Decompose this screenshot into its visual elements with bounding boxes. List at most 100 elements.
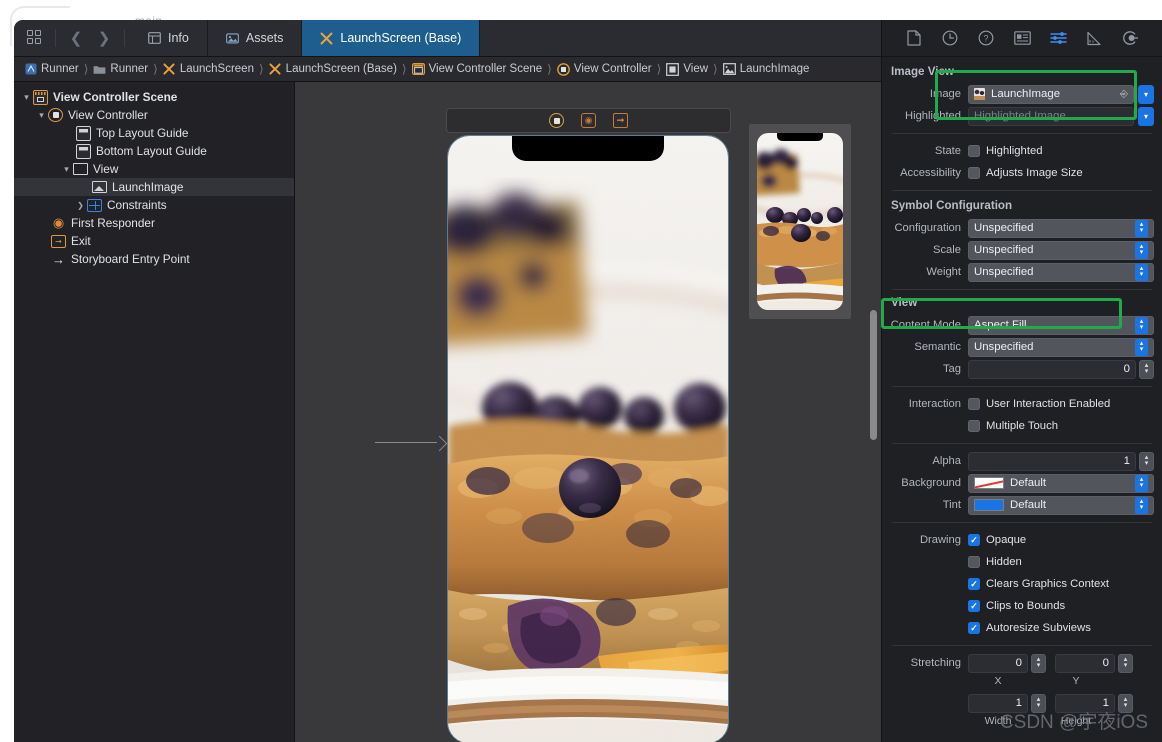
stretching-y-stepper[interactable]: ▴ ▾ bbox=[1118, 653, 1133, 673]
stepper-icon[interactable]: ▴ ▾ bbox=[1135, 219, 1148, 237]
checkbox-opaque[interactable] bbox=[968, 534, 980, 546]
outline-item-view-controller-scene[interactable]: View Controller Scene bbox=[14, 88, 294, 106]
image-popup-button[interactable]: ▾ bbox=[1138, 84, 1154, 104]
row-stretching-xy-captions: X Y bbox=[882, 674, 1162, 688]
checkbox-autoresize-subviews[interactable] bbox=[968, 622, 980, 634]
assets-icon bbox=[225, 32, 239, 45]
breadcrumb-item-runner-app[interactable]: Runner bbox=[24, 63, 79, 76]
checkbox-clears-graphics-context[interactable] bbox=[968, 578, 980, 590]
view-controller-dock-icon[interactable] bbox=[549, 113, 564, 128]
outline-item-launchimage[interactable]: LaunchImage bbox=[14, 178, 294, 196]
breadcrumb-item-launchimage[interactable]: LaunchImage bbox=[722, 63, 809, 76]
alpha-input[interactable]: 1 bbox=[968, 451, 1136, 471]
outline-item-top-layout-guide[interactable]: Top Layout Guide bbox=[14, 124, 294, 142]
breadcrumb-item-view-controller-scene[interactable]: View Controller Scene bbox=[411, 63, 542, 76]
background-color-swatch[interactable] bbox=[974, 477, 1004, 489]
sliders-icon[interactable] bbox=[1048, 29, 1068, 47]
exit-dock-icon[interactable]: ➞ bbox=[613, 113, 628, 128]
checkbox-adjusts-image-size[interactable] bbox=[968, 167, 980, 179]
stepper-icon[interactable]: ▴ ▾ bbox=[1135, 241, 1148, 259]
tag-stepper[interactable]: ▴ ▾ bbox=[1139, 359, 1154, 379]
configuration-select[interactable]: Unspecified ▴ ▾ bbox=[968, 218, 1154, 238]
tab-launchscreen-base[interactable]: LaunchScreen (Base) bbox=[302, 20, 481, 56]
breadcrumb-item-launchscreen[interactable]: LaunchScreen bbox=[163, 63, 254, 76]
breadcrumb-item-view[interactable]: View bbox=[666, 62, 708, 76]
chevron-right-icon[interactable]: ❯ bbox=[91, 25, 117, 51]
drawing-clips-to-bounds-row[interactable]: Clips to Bounds bbox=[968, 597, 1065, 615]
chevron-right-icon[interactable] bbox=[74, 200, 87, 210]
stretching-x-stepper[interactable]: ▴ ▾ bbox=[1031, 653, 1046, 673]
tab-assets[interactable]: Assets bbox=[208, 20, 303, 56]
inspector-tab-bar: ? bbox=[882, 20, 1162, 57]
breadcrumb-item-launchscreen-base[interactable]: LaunchScreen (Base) bbox=[269, 63, 397, 76]
tag-input[interactable]: 0 bbox=[968, 359, 1136, 379]
clear-icon[interactable]: ⎆ bbox=[1120, 89, 1128, 100]
breadcrumb-item-runner-folder[interactable]: Runner bbox=[93, 63, 148, 76]
drawing-opaque-row[interactable]: Opaque bbox=[968, 531, 1026, 549]
device-preview-panel[interactable] bbox=[749, 124, 851, 319]
background-color-select[interactable]: Default ▴ ▾ bbox=[968, 473, 1154, 493]
multiple-touch-row[interactable]: Multiple Touch bbox=[968, 417, 1058, 435]
breadcrumb-item-view-controller[interactable]: View Controller bbox=[556, 62, 652, 76]
row-scale: Scale Unspecified ▴ ▾ bbox=[882, 239, 1162, 261]
outline-item-first-responder[interactable]: ◉ First Responder bbox=[14, 214, 294, 232]
grid-icon[interactable] bbox=[22, 25, 48, 51]
outline-item-exit[interactable]: ➞ Exit bbox=[14, 232, 294, 250]
stepper-icon[interactable]: ▴ ▾ bbox=[1135, 474, 1148, 492]
tint-color-swatch[interactable] bbox=[974, 499, 1004, 511]
canvas-vertical-scrollbar[interactable] bbox=[870, 310, 877, 440]
highlighted-image-field[interactable]: Highlighted Image bbox=[968, 106, 1134, 126]
label-scale: Scale bbox=[933, 244, 961, 256]
stepper-icon[interactable]: ▴ ▾ bbox=[1135, 496, 1148, 514]
outline-item-bottom-layout-guide[interactable]: Bottom Layout Guide bbox=[14, 142, 294, 160]
checkbox-hidden[interactable] bbox=[968, 556, 980, 568]
image-view-icon bbox=[722, 63, 736, 76]
checkbox-highlighted[interactable] bbox=[968, 145, 980, 157]
chevron-down-icon[interactable] bbox=[60, 164, 73, 175]
stretching-y-input[interactable]: 0 bbox=[1055, 653, 1115, 673]
first-responder-dock-icon[interactable]: ◉ bbox=[581, 113, 596, 128]
drawing-clears-graphics-row[interactable]: Clears Graphics Context bbox=[968, 575, 1109, 593]
drawing-hidden-row[interactable]: Hidden bbox=[968, 553, 1022, 571]
state-highlighted-checkbox-row[interactable]: Highlighted bbox=[968, 142, 1043, 160]
content-mode-select[interactable]: Aspect Fill ▴ ▾ bbox=[968, 315, 1154, 335]
highlighted-popup-button[interactable]: ▾ bbox=[1138, 106, 1154, 126]
accessibility-adjusts-checkbox-row[interactable]: Adjusts Image Size bbox=[968, 164, 1083, 182]
tab-info[interactable]: Info bbox=[130, 20, 208, 56]
scene-dock[interactable]: ◉ ➞ bbox=[446, 108, 731, 133]
chevron-down-icon[interactable] bbox=[35, 110, 48, 121]
storyboard-canvas[interactable]: ◉ ➞ bbox=[295, 82, 881, 742]
preview-notch bbox=[777, 133, 823, 141]
user-interaction-enabled-row[interactable]: User Interaction Enabled bbox=[968, 395, 1110, 413]
semantic-select[interactable]: Unspecified ▴ ▾ bbox=[968, 337, 1154, 357]
document-outline[interactable]: View Controller Scene View Controller To… bbox=[14, 82, 295, 742]
drawing-autoresize-row[interactable]: Autoresize Subviews bbox=[968, 619, 1091, 637]
alpha-stepper[interactable]: ▴ ▾ bbox=[1139, 451, 1154, 471]
outline-item-storyboard-entry-point[interactable]: → Storyboard Entry Point bbox=[14, 250, 294, 268]
outline-item-view[interactable]: View bbox=[14, 160, 294, 178]
connections-icon[interactable] bbox=[1120, 29, 1140, 47]
device-canvas[interactable] bbox=[447, 135, 729, 742]
row-semantic: Semantic Unspecified ▴ ▾ bbox=[882, 336, 1162, 358]
weight-select[interactable]: Unspecified ▴ ▾ bbox=[968, 262, 1154, 282]
clock-icon[interactable] bbox=[940, 29, 960, 47]
checkbox-multiple-touch[interactable] bbox=[968, 420, 980, 432]
tint-color-select[interactable]: Default ▴ ▾ bbox=[968, 495, 1154, 515]
question-circle-icon[interactable]: ? bbox=[976, 29, 996, 47]
identity-card-icon[interactable] bbox=[1012, 29, 1032, 47]
device-preview-thumbnail[interactable] bbox=[757, 133, 843, 310]
chevron-down-icon[interactable] bbox=[20, 92, 33, 103]
stepper-icon[interactable]: ▴ ▾ bbox=[1135, 316, 1148, 334]
checkbox-clips-to-bounds[interactable] bbox=[968, 600, 980, 612]
stretching-x-input[interactable]: 0 bbox=[968, 653, 1028, 673]
scale-select[interactable]: Unspecified ▴ ▾ bbox=[968, 240, 1154, 260]
chevron-left-icon[interactable]: ❮ bbox=[63, 25, 89, 51]
outline-item-view-controller[interactable]: View Controller bbox=[14, 106, 294, 124]
stepper-icon[interactable]: ▴ ▾ bbox=[1135, 263, 1148, 281]
stepper-icon[interactable]: ▴ ▾ bbox=[1135, 338, 1148, 356]
file-icon[interactable] bbox=[904, 29, 924, 47]
image-field[interactable]: LaunchImage ⎆ bbox=[968, 84, 1134, 104]
checkbox-user-interaction-enabled[interactable] bbox=[968, 398, 980, 410]
outline-item-constraints[interactable]: Constraints bbox=[14, 196, 294, 214]
ruler-icon[interactable] bbox=[1084, 29, 1104, 47]
